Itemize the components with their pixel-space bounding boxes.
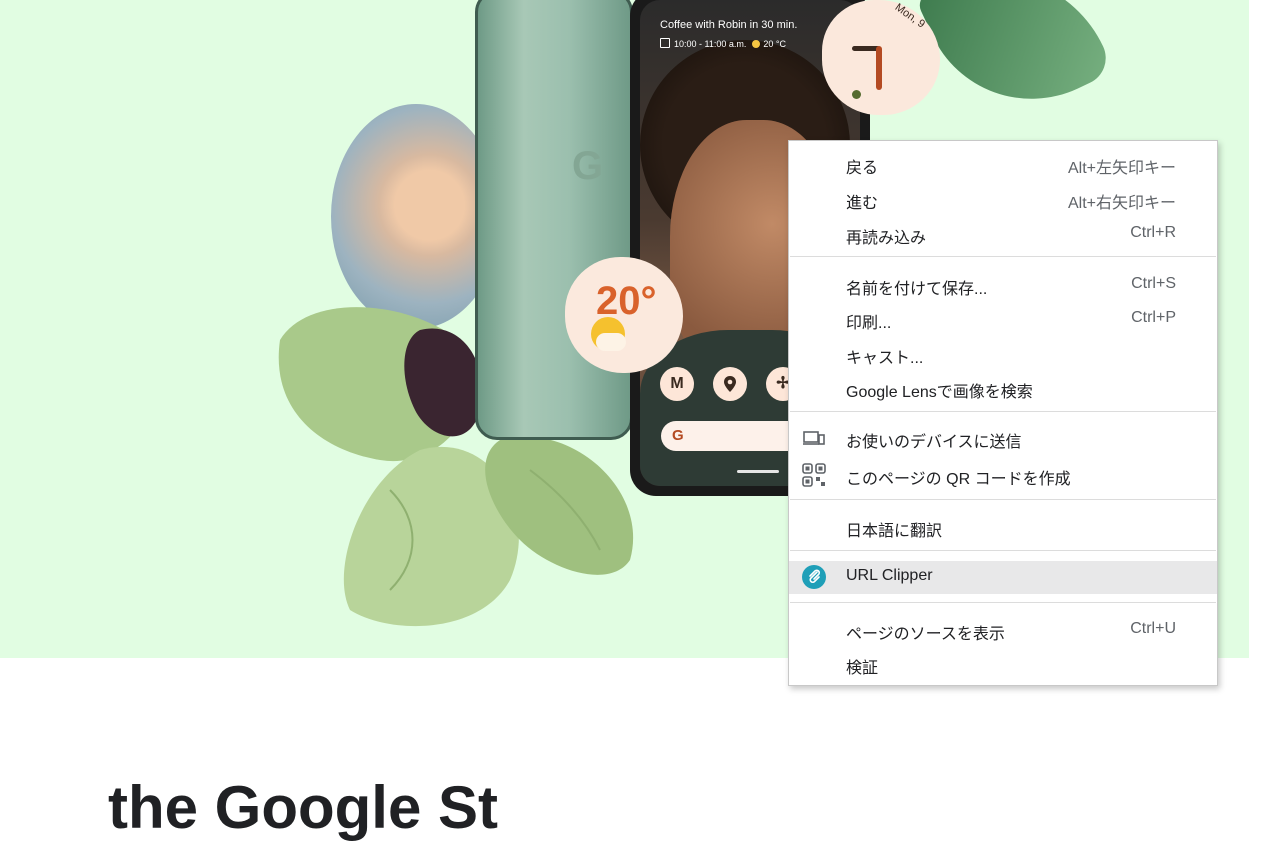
menu-item-save-as[interactable]: 名前を付けて保存... Ctrl+S [789, 269, 1217, 301]
menu-item-shortcut: Ctrl+R [1130, 224, 1176, 241]
menu-item-label: 名前を付けて保存... [846, 281, 988, 298]
menu-item-label: Google Lensで画像を検索 [846, 384, 1033, 401]
menu-item-url-clipper[interactable]: URL Clipper [789, 561, 1217, 594]
menu-item-label: お使いのデバイスに送信 [846, 434, 1022, 451]
menu-item-shortcut: Alt+左矢印キー [1067, 160, 1176, 177]
phone-event-text: Coffee with Robin in 30 min. [660, 19, 798, 31]
maps-icon [713, 367, 747, 401]
phone-event-time: 10:00 - 11:00 a.m. [674, 39, 747, 49]
menu-item-cast[interactable]: キャスト... [789, 338, 1217, 370]
phone-home-bar [737, 470, 779, 473]
page-heading: the Google St [108, 774, 498, 841]
phone-event-temp: 20 °C [763, 39, 787, 49]
qr-code-icon [802, 463, 826, 487]
menu-item-label: 日本語に翻訳 [846, 523, 943, 540]
menu-separator [790, 602, 1216, 603]
phone-event-details: 10:00 - 11:00 a.m. 20 °C [660, 38, 786, 49]
clock-minute-hand [876, 46, 882, 90]
menu-item-label: 進む [846, 195, 879, 212]
menu-separator [790, 499, 1216, 500]
menu-item-shortcut: Ctrl+S [1131, 275, 1176, 292]
menu-item-google-lens[interactable]: Google Lensで画像を検索 [789, 372, 1217, 404]
menu-item-label: 検証 [846, 660, 879, 677]
menu-item-label: URL Clipper [846, 567, 933, 584]
paperclip-icon [802, 565, 826, 589]
menu-item-shortcut: Ctrl+U [1130, 620, 1176, 637]
menu-item-shortcut: Alt+右矢印キー [1067, 195, 1176, 212]
menu-item-label: キャスト... [846, 350, 924, 367]
menu-item-label: 印刷... [846, 315, 892, 332]
clock-center-dot [852, 90, 861, 99]
weather-cloud-icon [596, 333, 626, 351]
menu-separator [790, 411, 1216, 412]
menu-item-reload[interactable]: 再読み込み Ctrl+R [789, 218, 1217, 250]
menu-item-view-source[interactable]: ページのソースを表示 Ctrl+U [789, 614, 1217, 646]
menu-item-translate[interactable]: 日本語に翻訳 [789, 511, 1217, 543]
sun-icon [752, 40, 761, 48]
calendar-icon [660, 38, 670, 48]
send-to-device-icon [802, 426, 826, 450]
menu-item-label: ページのソースを表示 [846, 626, 1005, 643]
menu-item-back[interactable]: 戻る Alt+左矢印キー [789, 148, 1217, 180]
menu-separator [790, 550, 1216, 551]
menu-item-forward[interactable]: 進む Alt+右矢印キー [789, 183, 1217, 215]
gmail-icon: M [660, 367, 694, 401]
menu-separator [790, 256, 1216, 257]
scrollbar-track[interactable] [1249, 0, 1280, 800]
google-g-logo: G [572, 144, 604, 188]
menu-item-label: 戻る [846, 160, 879, 177]
leaf-decoration [915, 0, 1115, 135]
menu-item-shortcut: Ctrl+P [1131, 309, 1176, 326]
menu-item-label: 再読み込み [846, 230, 927, 247]
menu-item-label: このページの QR コードを作成 [846, 471, 1071, 488]
context-menu: 戻る Alt+左矢印キー 進む Alt+右矢印キー 再読み込み Ctrl+R 名… [788, 140, 1218, 686]
phone-back-image [475, 0, 633, 440]
menu-item-send-to-device[interactable]: お使いのデバイスに送信 [789, 422, 1217, 454]
menu-item-create-qr-code[interactable]: このページの QR コードを作成 [789, 459, 1217, 491]
menu-item-print[interactable]: 印刷... Ctrl+P [789, 303, 1217, 335]
menu-item-inspect[interactable]: 検証 [789, 648, 1217, 680]
